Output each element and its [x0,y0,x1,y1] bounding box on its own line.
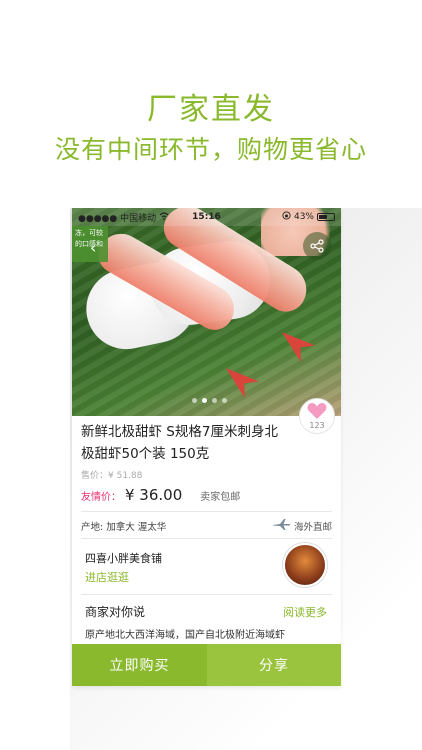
headline-subtitle: 没有中间环节，购物更省心 [54,135,367,164]
buy-now-button[interactable]: 立即购买 [72,644,207,686]
airplane-icon [272,519,291,533]
visit-shop-link[interactable]: 进店逛逛 [85,569,129,585]
favorite-button[interactable]: 123 [299,398,335,434]
seller-message-title: 商家对你说 [85,605,146,619]
favorite-count: 123 [309,421,325,430]
share-icon[interactable] [303,232,331,260]
seller-message-text: 原产地北大西洋海域，国产自北极附近海域虾 [85,630,285,641]
divider [81,511,332,512]
price-label: 友情价： [81,492,121,503]
carousel-dot[interactable] [222,398,227,403]
shop-name[interactable]: 四喜小胖美食铺 [85,550,162,566]
headline-title: 厂家直发 [147,92,275,127]
share-button[interactable]: 分享 [207,644,341,686]
carousel-dot-active[interactable] [202,398,207,403]
original-price: 售价：¥ 51.88 [81,471,143,481]
bottom-action-bar: 立即购买 分享 [72,644,341,686]
divider [81,538,332,539]
heart-icon [307,403,327,419]
shipping-type-label: 海外直邮 [293,522,332,533]
shipping-note: 卖家包邮 [200,492,241,503]
divider [81,594,332,595]
carousel-dots[interactable] [192,398,227,403]
origin-row: 产地: 加拿大 渥太华 海外直邮 [81,519,332,533]
shipping-type: 海外直邮 [272,519,332,533]
shop-avatar[interactable] [283,543,327,587]
price-value: ¥ 36.00 [125,486,183,504]
product-title: 新鲜北极甜虾 S规格7厘米刺身北极甜虾50个装 150克 [81,424,278,462]
back-arrow-icon[interactable]: ‹ [90,238,96,257]
battery-icon [317,213,335,221]
carousel-dot[interactable] [192,398,197,403]
phone-screen: ●●●●● 中国移动 15:16 43% 冻，可较 的口感和 ‹ 123 新鲜北… [72,208,341,686]
carousel-dot[interactable] [212,398,217,403]
previous-item-text: 冻，可较 的口感和 [75,229,103,248]
status-bar: ●●●●● 中国移动 15:16 43% [72,208,341,226]
product-photo[interactable]: ●●●●● 中国移动 15:16 43% 冻，可较 的口感和 ‹ [72,208,341,416]
read-more-link[interactable]: 阅读更多 [283,604,327,620]
price-row: 友情价： ¥ 36.00 卖家包邮 [81,486,240,504]
origin-label: 产地: 加拿大 渥太华 [81,522,167,533]
clock: 15:16 [192,212,221,222]
